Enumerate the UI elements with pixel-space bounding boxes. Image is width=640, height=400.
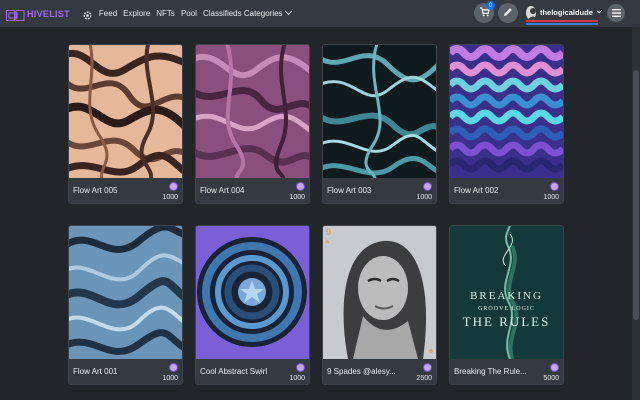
nft-artwork-teal-flow: [323, 45, 436, 178]
album-artist-line: GROOVE LOGIC: [478, 306, 535, 312]
nft-card[interactable]: Flow Art 003 1000: [322, 44, 437, 204]
album-title-line: BREAKING: [470, 290, 543, 302]
nft-card-price: 2500: [416, 375, 432, 382]
nft-card-name: Flow Art 002: [454, 186, 499, 195]
nft-card-price: 1000: [289, 194, 305, 201]
nft-card-name: Flow Art 005: [73, 186, 118, 195]
gear-icon[interactable]: [82, 8, 93, 20]
cart-count-badge: 0: [486, 1, 495, 10]
cart-button[interactable]: 0: [474, 1, 495, 23]
nft-card-price: 1000: [162, 375, 178, 382]
card-corner-label: 9: [326, 227, 332, 237]
nft-artwork-portrait: [323, 226, 436, 359]
brand-logo[interactable]: HIVELIST: [6, 8, 70, 21]
nft-card-name: Flow Art 001: [73, 367, 118, 376]
menu-button[interactable]: [607, 4, 625, 22]
pencil-icon: [503, 4, 513, 22]
nft-card-name: Flow Art 004: [200, 186, 245, 195]
hamburger-icon: [611, 4, 621, 22]
scrollbar-thumb[interactable]: [633, 70, 639, 320]
chevron-down-icon: [284, 7, 292, 16]
spade-icon: ♠: [325, 237, 330, 246]
nav-nfts[interactable]: NFTs: [156, 9, 175, 18]
classifieds-dropdown[interactable]: Classifieds Categories: [202, 7, 292, 18]
token-icon: [423, 363, 432, 372]
nft-card-price: 1000: [543, 194, 559, 201]
nft-artwork-swirl: [196, 226, 309, 359]
brand-name: HIVELIST: [27, 8, 70, 19]
nft-card[interactable]: 9 ♠ ♠ 9 Spades @alesy... 2500: [322, 225, 437, 385]
edit-button[interactable]: [498, 3, 518, 23]
nav-pool[interactable]: Pool: [181, 9, 197, 18]
token-icon: [296, 182, 305, 191]
nft-card-name: Flow Art 003: [327, 186, 372, 195]
nft-artwork-wave-flow: [450, 45, 563, 178]
token-icon: [169, 182, 178, 191]
hivelist-logo-icon: [6, 8, 25, 21]
username: thelogicaldude: [539, 8, 593, 17]
nft-card-price: 5000: [543, 375, 559, 382]
nft-card[interactable]: Flow Art 004 1000: [195, 44, 310, 204]
nav-explore[interactable]: Explore: [123, 9, 150, 18]
nft-card-name: Cool Abstract Swirl: [200, 367, 268, 376]
token-icon: [550, 363, 559, 372]
nft-artwork-purple-flow: [196, 45, 309, 178]
token-icon: [550, 182, 559, 191]
album-title-line: THE RULES: [462, 314, 551, 329]
nft-card[interactable]: BREAKING GROOVE LOGIC THE RULES Breaking…: [449, 225, 564, 385]
voting-power-bar: [526, 20, 598, 22]
nft-card-name: Breaking The Rule...: [454, 367, 527, 376]
nft-card-name: 9 Spades @alesy...: [327, 367, 396, 376]
token-icon: [169, 363, 178, 372]
spade-icon: ♠: [428, 346, 433, 355]
nft-card-price: 1000: [162, 194, 178, 201]
nav-links: Feed Explore NFTs Pool Classifieds Categ…: [82, 7, 297, 20]
nav-feed[interactable]: Feed: [99, 9, 117, 18]
nft-artwork-blue-flow: [69, 226, 182, 359]
nft-card[interactable]: Flow Art 002 1000: [449, 44, 564, 204]
page-scrollbar[interactable]: [632, 27, 640, 400]
resource-credits-bar: [526, 23, 598, 25]
nft-artwork-peach-flow: [69, 45, 182, 178]
token-icon: [423, 182, 432, 191]
nft-card[interactable]: Flow Art 001 1000: [68, 225, 183, 385]
token-icon: [296, 363, 305, 372]
nft-card-price: 1000: [416, 194, 432, 201]
nft-card[interactable]: Flow Art 005 1000: [68, 44, 183, 204]
avatar: [526, 5, 536, 20]
nft-card-price: 1000: [289, 375, 305, 382]
nft-card[interactable]: Cool Abstract Swirl 1000: [195, 225, 310, 385]
classifieds-dropdown-label: Classifieds Categories: [202, 9, 283, 18]
